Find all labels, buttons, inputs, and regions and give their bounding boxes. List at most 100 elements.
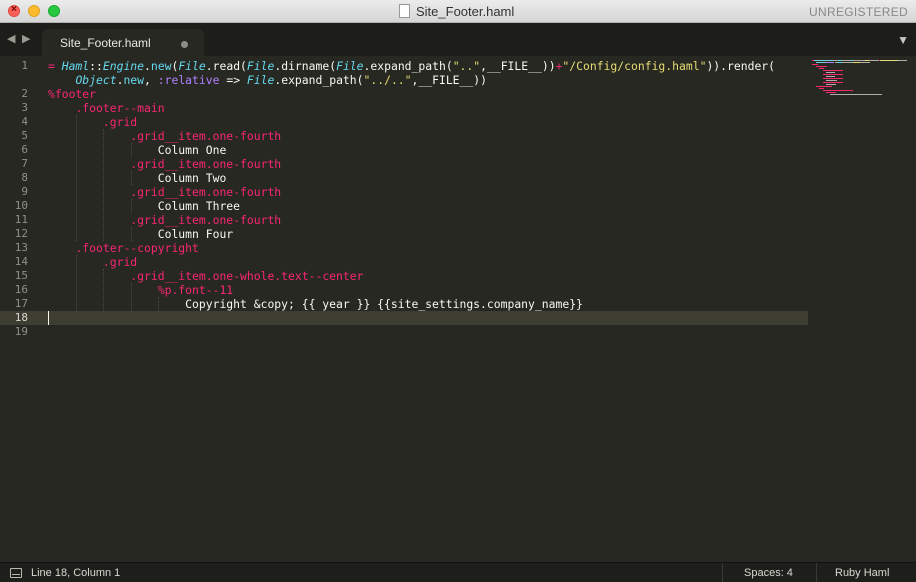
minimap-line bbox=[826, 76, 836, 77]
code-token: new bbox=[150, 59, 172, 73]
code-token: Haml bbox=[61, 59, 90, 73]
minimap-line bbox=[815, 66, 828, 67]
window-title: Site_Footer.haml bbox=[416, 4, 515, 19]
minimap-line bbox=[868, 60, 879, 61]
code-token: Copyright &copy; {{ year }} {{site_setti… bbox=[48, 297, 583, 311]
code-line[interactable]: .grid bbox=[48, 115, 137, 129]
close-window-button[interactable]: × bbox=[8, 4, 20, 17]
code-line[interactable]: .grid__item.one-fourth bbox=[48, 157, 281, 171]
minimap-line bbox=[859, 62, 870, 63]
code-line[interactable]: .grid__item.one-fourth bbox=[48, 185, 281, 199]
line-number: 19 bbox=[14, 325, 28, 338]
panel-toggle-icon[interactable] bbox=[10, 568, 22, 578]
code-line[interactable]: Object.new, :relative => File.expand_pat… bbox=[48, 73, 487, 87]
tab-back-icon[interactable]: ◀ bbox=[7, 32, 15, 45]
line-number: 7 bbox=[21, 157, 28, 170]
minimap-line bbox=[826, 84, 837, 85]
line-number: 16 bbox=[14, 283, 28, 296]
code-editor[interactable]: 1 = Haml::Engine.new(File.read(File.dirna… bbox=[0, 56, 916, 562]
status-bar: Line 18, Column 1 Spaces: 4 Ruby Haml bbox=[0, 562, 916, 582]
minimap-line bbox=[898, 60, 908, 61]
minimap[interactable] bbox=[808, 56, 916, 156]
line-number: 17 bbox=[14, 297, 28, 310]
tab-site-footer[interactable]: Site_Footer.haml bbox=[42, 29, 204, 56]
indent-guide bbox=[130, 143, 132, 157]
code-line[interactable]: %footer bbox=[48, 87, 96, 101]
minimap-line bbox=[879, 60, 899, 61]
line-number: 6 bbox=[21, 143, 28, 156]
code-line[interactable]: .grid__item.one-fourth bbox=[48, 213, 281, 227]
line-number: 8 bbox=[21, 171, 28, 184]
code-line[interactable]: .footer--main bbox=[48, 101, 165, 115]
code-token: .grid__item.one-fourth bbox=[130, 157, 282, 171]
code-token: .expand_path( bbox=[363, 59, 453, 73]
code-token: File bbox=[246, 73, 275, 87]
line-number: 14 bbox=[14, 255, 28, 268]
line-number: 9 bbox=[21, 185, 28, 198]
tab-label: Site_Footer.haml bbox=[60, 36, 151, 50]
indent-guide bbox=[103, 269, 105, 311]
line-number: 11 bbox=[14, 213, 28, 226]
syntax-selector[interactable]: Ruby Haml bbox=[835, 567, 889, 579]
code-token: "/Config/config.haml" bbox=[562, 59, 707, 73]
tab-bar: ◀ ▶ Site_Footer.haml ▼ bbox=[0, 23, 916, 56]
code-token: :relative bbox=[157, 73, 220, 87]
code-line[interactable]: .grid__item.one-fourth bbox=[48, 129, 281, 143]
code-line[interactable]: .grid bbox=[48, 255, 137, 269]
minimap-line bbox=[826, 62, 835, 63]
tab-list-dropdown-icon[interactable]: ▼ bbox=[897, 33, 909, 47]
license-notice: UNREGISTERED bbox=[809, 5, 908, 19]
code-line[interactable]: .grid__item.one-whole.text--center bbox=[48, 269, 363, 283]
code-token: :: bbox=[89, 59, 103, 73]
indent-guide bbox=[130, 171, 132, 185]
code-token: .grid bbox=[102, 255, 138, 269]
code-token: .read( bbox=[205, 59, 247, 73]
code-token: ".." bbox=[452, 59, 481, 73]
code-token: .grid__item.one-fourth bbox=[130, 129, 282, 143]
line-number: 2 bbox=[21, 87, 28, 100]
close-icon: × bbox=[11, 4, 17, 15]
code-line[interactable]: = Haml::Engine.new(File.read(File.dirnam… bbox=[48, 59, 775, 73]
minimap-line bbox=[830, 94, 883, 95]
minimap-line bbox=[822, 74, 843, 75]
minimap-line bbox=[822, 90, 854, 91]
line-number: 18 bbox=[14, 311, 28, 324]
code-token: new bbox=[123, 73, 145, 87]
minimap-line bbox=[822, 82, 843, 83]
text-caret bbox=[48, 311, 49, 325]
code-token: .footer--main bbox=[75, 101, 165, 115]
code-token: .dirname( bbox=[274, 59, 337, 73]
active-line-highlight bbox=[0, 311, 808, 325]
indent-guide bbox=[130, 227, 132, 241]
code-token: )).render( bbox=[706, 59, 776, 73]
indent-guide bbox=[75, 115, 77, 241]
code-line[interactable]: Copyright &copy; {{ year }} {{site_setti… bbox=[48, 297, 583, 311]
code-token: .grid__item.one-fourth bbox=[130, 213, 282, 227]
code-token: ,__FILE__)) bbox=[411, 73, 487, 87]
minimap-line bbox=[826, 72, 836, 73]
minimap-line bbox=[819, 88, 824, 89]
line-number: 10 bbox=[14, 199, 28, 212]
code-line[interactable]: .footer--copyright bbox=[48, 241, 198, 255]
code-token: File bbox=[178, 59, 206, 73]
line-number: 15 bbox=[14, 269, 28, 282]
code-token: , bbox=[144, 73, 158, 87]
code-token: = bbox=[48, 59, 62, 73]
zoom-window-button[interactable] bbox=[48, 5, 60, 17]
minimize-window-button[interactable] bbox=[28, 5, 40, 17]
unsaved-dot-icon[interactable] bbox=[181, 41, 188, 48]
minimap-line bbox=[826, 92, 837, 93]
code-token: . bbox=[144, 59, 151, 73]
indentation-setting[interactable]: Spaces: 4 bbox=[744, 567, 793, 579]
minimap-line bbox=[822, 78, 843, 79]
code-token: => bbox=[219, 73, 247, 87]
tab-forward-icon[interactable]: ▶ bbox=[22, 32, 30, 45]
code-line[interactable]: Column Three bbox=[48, 199, 240, 213]
minimap-line bbox=[841, 62, 854, 63]
code-token: File bbox=[336, 59, 364, 73]
